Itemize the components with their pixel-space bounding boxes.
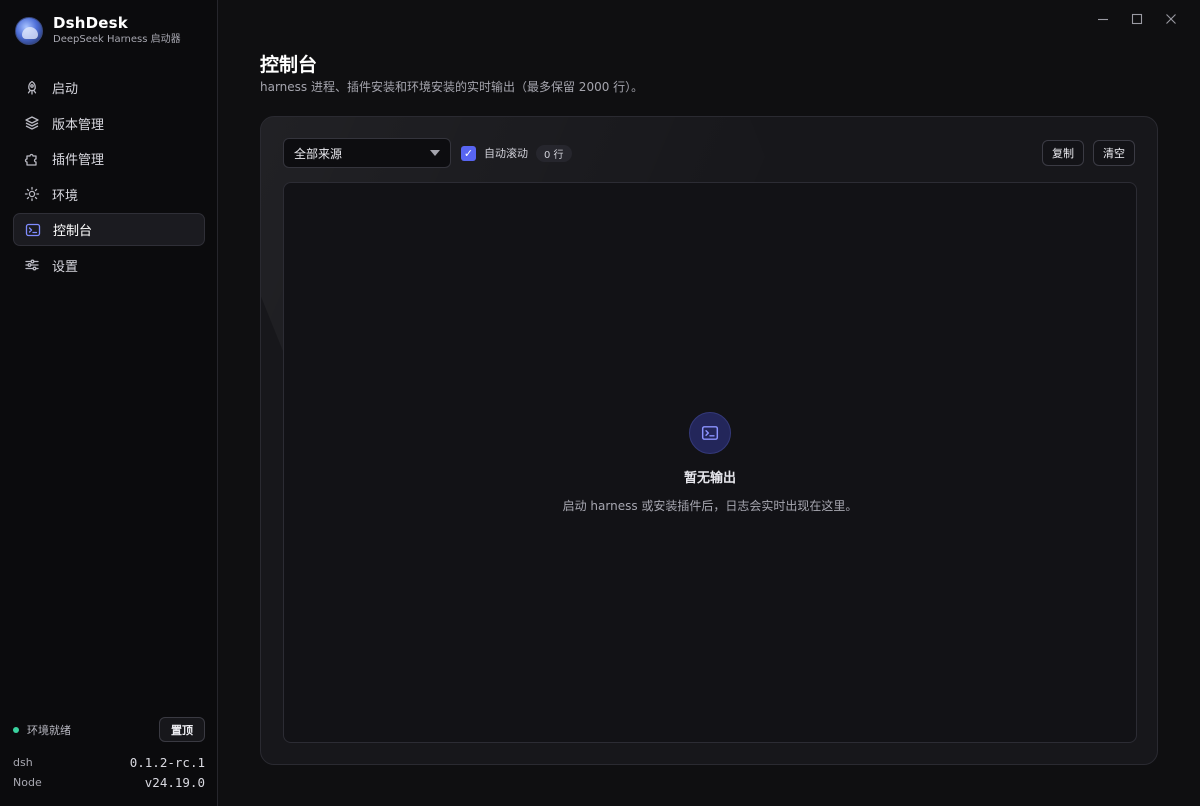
status-text: 环境就绪 xyxy=(27,723,71,737)
layers-icon xyxy=(24,115,40,131)
brand-title: DshDesk xyxy=(53,14,128,32)
version-value: v24.19.0 xyxy=(144,774,205,790)
sidebar-item-label: 启动 xyxy=(52,82,79,97)
version-row-dsh: dsh 0.1.2-rc.1 xyxy=(13,752,205,772)
autoscroll-label: 自动滚动 xyxy=(484,147,528,160)
empty-state: 暂无输出 启动 harness 或安装插件后，日志会实时出现在这里。 xyxy=(284,412,1136,514)
sidebar-item-label: 版本管理 xyxy=(52,117,105,133)
sidebar-item-label: 控制台 xyxy=(53,224,93,240)
line-count-badge: 0 行 xyxy=(536,144,572,162)
sun-icon xyxy=(24,186,40,202)
pin-on-top-button[interactable]: 置顶 xyxy=(159,717,205,742)
version-value: 0.1.2-rc.1 xyxy=(129,754,205,770)
app-logo xyxy=(15,16,43,45)
chevron-down-icon xyxy=(430,150,440,156)
window-controls xyxy=(1088,8,1186,30)
main-content: 控制台 harness 进程、插件安装和环境安装的实时输出（最多保留 2000 … xyxy=(219,0,1200,806)
maximize-icon[interactable] xyxy=(1122,8,1152,30)
page-title: 控制台 xyxy=(260,54,318,76)
sidebar-item-label: 插件管理 xyxy=(52,153,105,169)
puzzle-icon xyxy=(24,151,40,167)
sidebar-footer: 环境就绪 置顶 dsh 0.1.2-rc.1 Node v24.19.0 xyxy=(13,717,205,792)
version-label: Node xyxy=(13,775,42,789)
brand-subtitle: DeepSeek Harness 启动器 xyxy=(53,34,181,45)
source-select[interactable]: 全部来源 xyxy=(283,138,451,168)
page-subtitle: harness 进程、插件安装和环境安装的实时输出（最多保留 2000 行）。 xyxy=(260,80,644,94)
clear-button[interactable]: 清空 xyxy=(1093,140,1135,166)
close-icon[interactable] xyxy=(1156,8,1186,30)
sidebar-nav: 启动 版本管理 插件管理 环境 控制台 设置 xyxy=(13,71,205,285)
console-panel: 全部来源 ✓ 自动滚动 0 行 复制 清空 暂无输出 启动 harness 或安… xyxy=(260,116,1158,765)
console-toolbar: 全部来源 ✓ 自动滚动 0 行 复制 清空 xyxy=(283,138,1135,168)
checkbox-checked-icon[interactable]: ✓ xyxy=(461,145,476,161)
status-dot-icon xyxy=(13,726,19,733)
brand: DshDesk DeepSeek Harness 启动器 xyxy=(15,14,181,47)
environment-status: 环境就绪 xyxy=(13,722,71,738)
rocket-icon xyxy=(24,80,40,96)
sidebar-item-launch[interactable]: 启动 xyxy=(13,71,205,104)
source-select-value: 全部来源 xyxy=(294,146,343,161)
sidebar: DshDesk DeepSeek Harness 启动器 启动 版本管理 插件管… xyxy=(0,0,218,806)
copy-button[interactable]: 复制 xyxy=(1042,140,1084,166)
console-output[interactable]: 暂无输出 启动 harness 或安装插件后，日志会实时出现在这里。 xyxy=(283,182,1137,743)
sidebar-item-plugins[interactable]: 插件管理 xyxy=(13,142,205,175)
app-window: DshDesk DeepSeek Harness 启动器 启动 版本管理 插件管… xyxy=(0,0,1200,806)
sliders-icon xyxy=(24,257,40,273)
terminal-icon xyxy=(689,412,731,454)
minimize-icon[interactable] xyxy=(1088,8,1118,30)
version-row-node: Node v24.19.0 xyxy=(13,772,205,792)
sidebar-item-label: 设置 xyxy=(52,259,79,275)
sidebar-item-environment[interactable]: 环境 xyxy=(13,178,205,211)
terminal-icon xyxy=(25,222,41,238)
autoscroll-toggle[interactable]: ✓ 自动滚动 xyxy=(461,145,528,161)
sidebar-item-settings[interactable]: 设置 xyxy=(13,249,205,282)
empty-state-title: 暂无输出 xyxy=(683,471,736,486)
sidebar-item-label: 环境 xyxy=(52,188,79,204)
version-label: dsh xyxy=(13,755,33,769)
empty-state-description: 启动 harness 或安装插件后，日志会实时出现在这里。 xyxy=(562,499,858,513)
sidebar-item-versions[interactable]: 版本管理 xyxy=(13,107,205,140)
sidebar-item-console[interactable]: 控制台 xyxy=(13,213,205,247)
